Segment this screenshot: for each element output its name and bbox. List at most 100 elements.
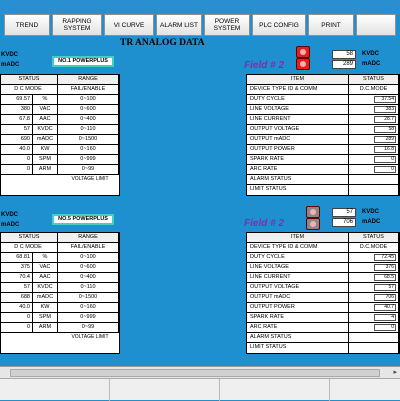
status-value: 58 [374, 126, 396, 133]
voltage-limit-label: VOLTAGE LIMIT [71, 176, 109, 182]
item-label: ARC RATE [247, 323, 349, 332]
table-row: 57 KVDC 0~110 [1, 125, 119, 135]
status-cell: 376 [349, 263, 399, 272]
range-value: 0~160 [58, 303, 119, 312]
transformer-status-icon[interactable] [306, 206, 320, 218]
range-value: 0~99 [58, 323, 119, 332]
status-value: 0 [374, 156, 396, 163]
item-label: LINE CURRENT [247, 115, 349, 124]
table-row: ARC RATE 0 [247, 323, 399, 333]
status-value: 380 [1, 105, 33, 114]
table-row: OUTPUT POWER 16.8 [247, 145, 399, 155]
vi-curve-button[interactable]: VI CURVE [104, 14, 154, 36]
status-value: D C MODE [1, 85, 58, 94]
transformer-status-icon[interactable] [306, 218, 320, 230]
status-value [349, 185, 399, 195]
range-value: 0~100 [58, 95, 119, 104]
kvdc-label: KVDC [1, 52, 19, 58]
power-system-button[interactable]: POWER SYSTEM [204, 14, 250, 36]
status-value: 70.4 [1, 273, 33, 282]
left-top-table: STATUS RANGE D C MODE FAIL/ENABLE 69.57% 0… [0, 74, 120, 196]
item-label: SPARK RATE [247, 313, 349, 322]
table-row: LINE CURRENT 68.5 [247, 273, 399, 283]
item-label: LINE VOLTAGE [247, 105, 349, 114]
left-bottom-table: STATUS RANGE D C MODE FAIL/ENABLE 68.81% 0… [0, 232, 120, 354]
status-segment [330, 379, 400, 401]
table-row: 375 VAC 0~600 [1, 263, 119, 273]
range-value: 0~110 [58, 283, 119, 292]
status-cell: 16.8 [349, 145, 399, 154]
scrollbar-thumb[interactable] [10, 369, 380, 377]
range-value: 0~600 [58, 263, 119, 272]
horizontal-scrollbar[interactable]: ▸ [0, 366, 400, 378]
range-value: FAIL/ENABLE [58, 85, 119, 94]
toolbar: TREND RAPPING SYSTEM VI CURVE ALARM LIST… [0, 14, 400, 36]
table-row: OUTPUT mADC 289 [247, 135, 399, 145]
range-value: 0~1500 [58, 293, 119, 302]
status-value [349, 343, 399, 353]
kvdc-value: 57 [332, 208, 356, 217]
transformer-status-icon[interactable] [296, 58, 310, 70]
status-value: 57 [1, 125, 33, 134]
unit-label: KVDC [33, 125, 58, 134]
rapping-system-button[interactable]: RAPPING SYSTEM [52, 14, 102, 36]
table-header: STATUS RANGE [1, 233, 119, 243]
item-label: DEVICE TYPE ID & COMM [247, 243, 349, 252]
item-label: DEVICE TYPE ID & COMM [247, 85, 349, 94]
status-value: 0 [1, 323, 33, 332]
field-label: Field # 2 [244, 60, 285, 71]
table-row: OUTPUT VOLTAGE 57 [247, 283, 399, 293]
table-row: 380 VAC 0~600 [1, 105, 119, 115]
table-row: 690 mADC 0~1500 [1, 135, 119, 145]
status-cell: 289 [349, 135, 399, 144]
table-row: LINE CURRENT 28.7 [247, 115, 399, 125]
scroll-right-icon[interactable]: ▸ [393, 368, 397, 376]
status-segment [110, 379, 220, 401]
status-value: 4 [374, 314, 396, 321]
trend-button[interactable]: TREND [4, 14, 50, 36]
table-row: SPARK RATE 4 [247, 313, 399, 323]
range-value: 0~999 [58, 155, 119, 164]
status-cell: 68.5 [349, 273, 399, 282]
item-label: LINE CURRENT [247, 273, 349, 282]
madc-label: mADC [362, 219, 381, 225]
alarm-list-button[interactable]: ALARM LIST [156, 14, 202, 36]
item-label: OUTPUT POWER [247, 145, 349, 154]
table-row: 688 mADC 0~1500 [1, 293, 119, 303]
status-cell: 72.45 [349, 253, 399, 262]
table-row: 40.0 KW 0~160 [1, 303, 119, 313]
plc-config-button[interactable]: PLC CONFIG [252, 14, 306, 36]
header-range: RANGE [58, 75, 119, 84]
header-item: ITEM [247, 233, 349, 242]
table-row: 57 KVDC 0~110 [1, 283, 119, 293]
table-header: ITEM STATUS [247, 233, 399, 243]
madc-label: mADC [1, 222, 20, 228]
range-value: 0~99 [58, 165, 119, 174]
table-row: 40.0 KW 0~160 [1, 145, 119, 155]
transformer-status-icon[interactable] [296, 46, 310, 58]
status-value: 375 [1, 263, 33, 272]
status-value: 706 [374, 294, 396, 301]
unit-label: KW [33, 145, 58, 154]
madc-label: mADC [362, 61, 381, 67]
status-value: 67.8 [1, 115, 33, 124]
unit-label: AAC [33, 273, 58, 282]
status-value: 383 [374, 106, 396, 113]
status-value: 57 [1, 283, 33, 292]
unit-label: ARM [33, 323, 58, 332]
status-cell: 706 [349, 293, 399, 302]
item-label: ALARM STATUS [247, 175, 349, 184]
status-value: D.C.MODE [349, 85, 399, 94]
status-cell: 37.54 [349, 95, 399, 104]
status-value: 0 [1, 165, 33, 174]
unit-label: % [33, 253, 58, 262]
field-label: Field # 2 [244, 218, 285, 229]
kvdc-label: KVDC [1, 212, 19, 218]
table-row: OUTPUT mADC 706 [247, 293, 399, 303]
madc-value: 289 [332, 60, 356, 69]
print-button[interactable]: PRINT [308, 14, 354, 36]
range-value: 0~100 [58, 253, 119, 262]
kvdc-label: KVDC [362, 209, 380, 215]
unit-label: VAC [33, 105, 58, 114]
toolbar-extra-button[interactable] [356, 14, 396, 36]
